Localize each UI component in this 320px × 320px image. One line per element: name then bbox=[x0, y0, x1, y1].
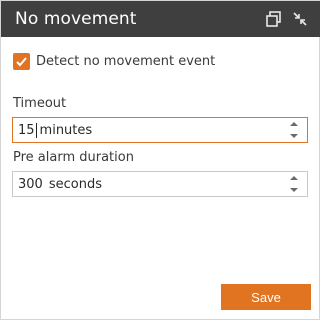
timeout-spinner[interactable] bbox=[289, 122, 299, 138]
pre-alarm-unit: seconds bbox=[48, 176, 102, 192]
timeout-increment-icon[interactable] bbox=[290, 122, 298, 126]
timeout-value: 15 bbox=[18, 122, 35, 138]
timeout-decrement-icon[interactable] bbox=[290, 134, 298, 138]
collapse-arrows-icon[interactable] bbox=[291, 10, 309, 28]
dialog-title: No movement bbox=[15, 9, 137, 29]
pre-alarm-value: 300 bbox=[18, 176, 43, 192]
timeout-unit: minutes bbox=[39, 122, 93, 138]
duplicate-windows-icon[interactable] bbox=[265, 10, 283, 28]
checkmark-icon bbox=[16, 57, 27, 67]
detect-checkbox[interactable] bbox=[13, 53, 30, 70]
dialog-header: No movement bbox=[1, 1, 320, 37]
detect-label: Detect no movement event bbox=[36, 54, 216, 69]
pre-alarm-decrement-icon[interactable] bbox=[290, 188, 298, 192]
pre-alarm-increment-icon[interactable] bbox=[290, 176, 298, 180]
pre-alarm-input[interactable]: 300 seconds bbox=[12, 171, 308, 197]
timeout-label: Timeout bbox=[13, 96, 67, 111]
text-caret bbox=[35, 122, 37, 138]
pre-alarm-label: Pre alarm duration bbox=[13, 150, 134, 165]
header-icons bbox=[265, 10, 309, 28]
detect-row[interactable]: Detect no movement event bbox=[13, 53, 215, 70]
save-button[interactable]: Save bbox=[221, 284, 311, 310]
pre-alarm-spinner[interactable] bbox=[289, 176, 299, 192]
timeout-input[interactable]: 15 minutes bbox=[12, 117, 308, 143]
